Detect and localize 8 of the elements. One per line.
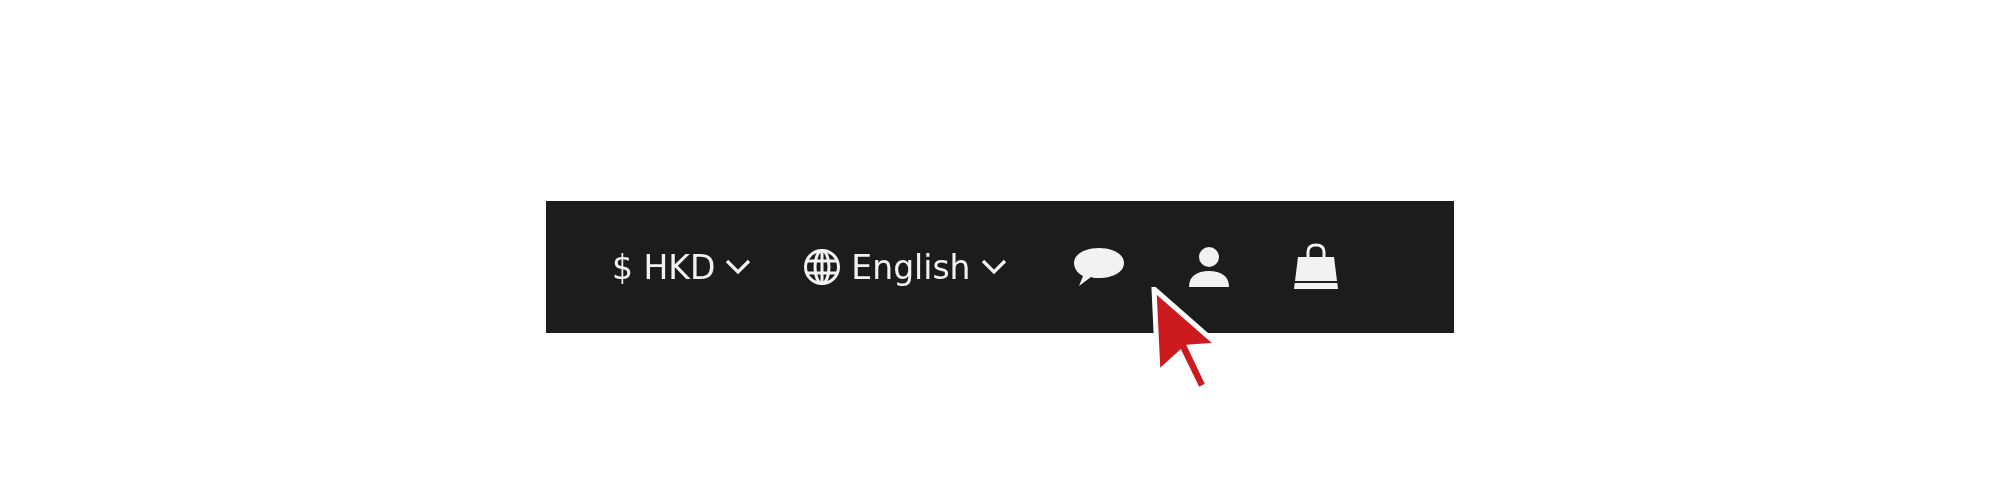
chevron-icon — [725, 259, 752, 275]
chevron-icon — [980, 259, 1007, 275]
account-icon[interactable] — [1186, 246, 1231, 288]
language-dropdown[interactable]: English — [803, 248, 1007, 286]
shopping-bag-icon[interactable] — [1292, 243, 1339, 291]
globe-icon — [803, 248, 842, 286]
currency-dropdown[interactable]: $ HKD — [612, 250, 752, 284]
chat-icon[interactable] — [1072, 246, 1125, 288]
